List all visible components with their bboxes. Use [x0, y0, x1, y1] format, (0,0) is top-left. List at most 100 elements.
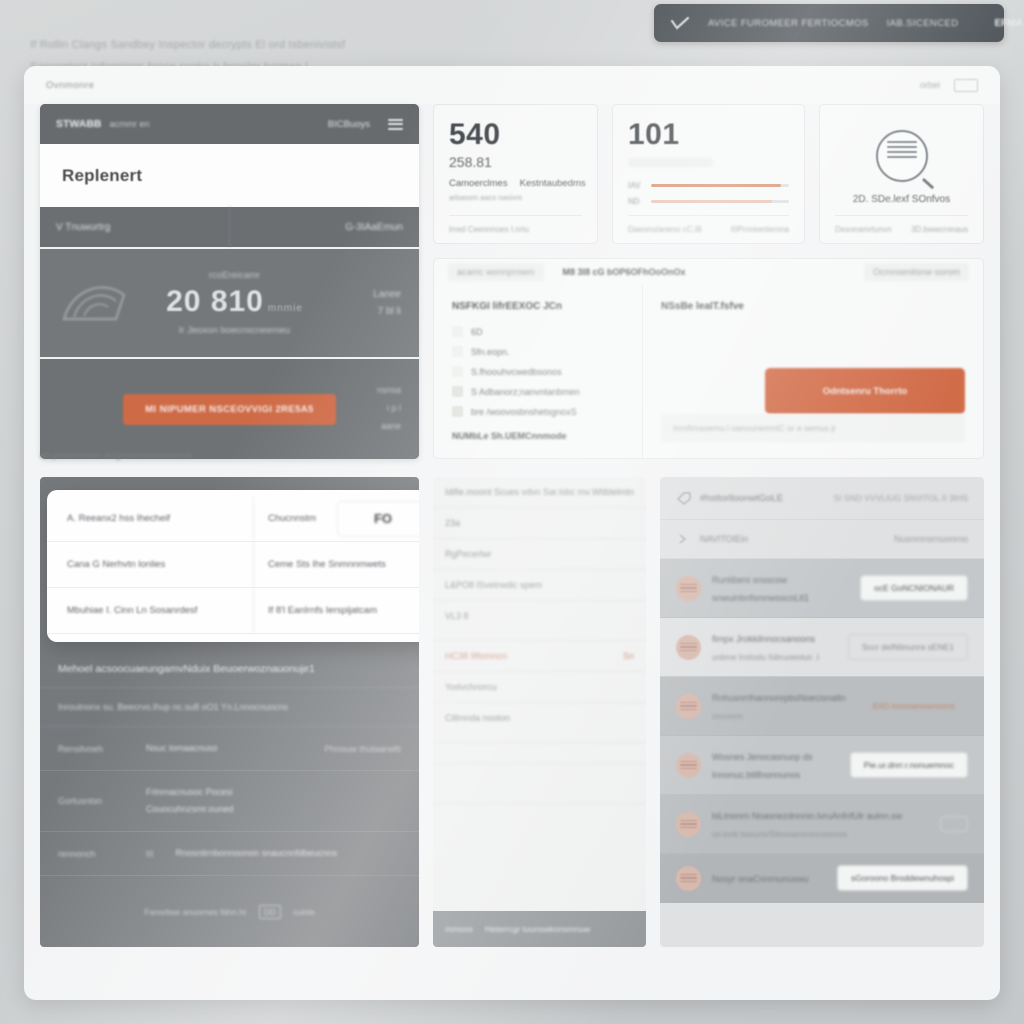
nav-item-1[interactable]: IAB.SICENCED	[887, 18, 959, 29]
stat-card-1-label-1: Kestntaubedms	[519, 178, 586, 189]
stat-card-search: 2D. SDe.lexf SOnfvos Desonamrtunvn 3D.bw…	[819, 104, 984, 244]
table-row: Gortusntsn Frlnrnacnusoc Pocesi Couocuhn…	[40, 771, 419, 832]
top-navbar: AVICE FUROMEER FERTIOCMOS IAB.SICENCED E…	[654, 4, 1023, 42]
overlay-row[interactable]: Mbuhiae I. Cinn Ln Sosanrdesf If 8'l Ean…	[47, 588, 419, 634]
checklist-item[interactable]: S.fhoouhvcwedbsonos	[452, 366, 624, 377]
list-item[interactable]	[433, 743, 646, 764]
stat-card-1-labels: Camoerclmes Kestntaubedms	[449, 178, 586, 189]
panel-tab-0[interactable]: acamc wonnprowm	[448, 263, 544, 281]
panel-right-heading: NSsBe leaIT.fsfve	[661, 301, 744, 312]
list-item[interactable]: Wosnes Jenocasnuop ds Innonuc.btilfnonnu…	[660, 736, 984, 795]
stat-card-1-footer: Irred Ceennnoes I.nrtu	[449, 215, 582, 243]
panel-cta-button[interactable]: Odntsenru Thorrto	[765, 368, 965, 414]
footer-meta-0: nsnsa	[376, 385, 401, 395]
checkbox-icon[interactable]	[452, 386, 463, 397]
panel-tab-bar: acamc wonnprowm M8 3I8 cG bOP6OFhOoOnOx …	[434, 259, 983, 285]
bottom-row: an.prconcmoos acigrnonmenencemsk Mehoel …	[40, 450, 984, 947]
panel-fineprint: Inrofimasemu.l oanvunernntC or a semus j…	[661, 414, 965, 442]
magnifier-document-icon	[875, 130, 928, 182]
progress-bar-row-0: IAV	[628, 181, 789, 190]
app-window: Ovnmonre orbei STWABB acmmr en BICBuoys	[24, 66, 1000, 1000]
checklist-item[interactable]: 6D	[452, 326, 624, 337]
table-row: rennonch III Rnosnitrnbonnoonon snaucnnf…	[40, 832, 419, 876]
stat-card-1-foot-0: Irred Ceennnoes I.nrtu	[449, 225, 530, 234]
dark-card-tabs: V Tnuwurtrg G-3IAaEmun	[40, 207, 419, 249]
list-item[interactable]: Nosyr onaCnnrnunuswu sGoroono Broddewnuh…	[660, 854, 984, 903]
checkbox-icon[interactable]	[452, 406, 463, 417]
list-item-action-button[interactable]: ocE GoNCNIONAUR	[860, 575, 968, 601]
checkbox-icon[interactable]	[452, 346, 463, 357]
list-item[interactable]: Idifie.moont Scues vdvn Sar.lsbc mv. Wti…	[433, 477, 646, 508]
list-item[interactable]: biLtnonrn Noasnezdnnnin.lvruAnfnfUlr aul…	[660, 795, 984, 854]
table-row-extra: Phnouw thutaarwtti	[324, 743, 401, 754]
top-row: STWABB acmmr en BICBuoys Replenert V Tnu…	[40, 104, 984, 459]
list-item-action-button[interactable]: Sccr deINtinunra sENE1	[847, 634, 968, 660]
dark-card-header-right[interactable]: BICBuoys	[328, 119, 370, 130]
panel-tab-2[interactable]: Ocmnsenitsnw oorom	[863, 263, 969, 281]
table-row-key: Rensitvoeh	[58, 743, 104, 754]
progress-bar-track-0	[651, 183, 789, 188]
dark-card-tab-1[interactable]: G-3IAaEmun	[230, 207, 419, 247]
list-item-action-button[interactable]	[940, 816, 968, 832]
nav-item-0[interactable]: AVICE FUROMEER FERTIOCMOS	[708, 18, 869, 29]
dark-card-cta-button[interactable]: MI NIPUMER NSCEOVVIGI 2RE5A5	[123, 393, 336, 425]
list-item[interactable]: HC38 9flomncn Sn	[433, 641, 646, 672]
checkbox-icon[interactable]	[452, 326, 463, 337]
overlay-row[interactable]: Cana G Nerhvtn lonlies Ceme Sts Ihe Snmn…	[47, 542, 419, 588]
list-item[interactable]: RgPecerlwr	[433, 539, 646, 570]
overlay-row-pill-button[interactable]: FO	[337, 500, 419, 537]
table-row-value: Nsuc lomaacnuso	[146, 743, 218, 753]
right-list-header: #hsttorlloonwtGoLE SI SND VVVLIUG SNVITO…	[660, 477, 984, 520]
stat-card-1-note: arbasom aacx nasivre	[449, 193, 523, 202]
list-item[interactable]: fimpx Jrokkilnnocsanoons unbme Inslostu …	[660, 618, 984, 677]
dark-card-tab-0[interactable]: V Tnuwurtrg	[40, 207, 230, 247]
panel-tab-1[interactable]: M8 3I8 cG bOP6OFhOoOnOx	[554, 263, 695, 281]
right-list-header-right: SI SND VVVLIUG SNVITOL.II 3IHS	[833, 493, 968, 503]
list-item[interactable]: Runtibeni snsscow snwuinbnfsmnwsscoLtl1 …	[660, 559, 984, 618]
list-item-right: Wtiblelmtn	[591, 487, 634, 497]
panel-left-heading: NSFKGI lifrEEXOC JCn	[452, 301, 563, 312]
list-item[interactable]: Yodvchnorcu	[433, 672, 646, 703]
panel-body: NSFKGI lifrEEXOC JCn 6D Sfn.eopn. S.fhoo…	[434, 285, 983, 458]
list-item-action-button[interactable]: IDID.Inonoennemoms	[859, 694, 968, 718]
list-item-action-button[interactable]: sGoroono Broddewnuhospi	[836, 865, 968, 891]
avatar	[676, 634, 701, 660]
progress-bar-label-1: ND	[628, 197, 640, 206]
brand-logo-icon[interactable]	[670, 14, 690, 32]
hamburger-menu-icon[interactable]	[388, 118, 403, 130]
hero-side-bottom: 7 bl li	[377, 306, 401, 317]
list-item[interactable]: RnhusnrrlhannonrpbsNoecisnaltn onvoonn I…	[660, 677, 984, 736]
checklist-item-label: S.fhoouhvcwedbsonos	[471, 366, 562, 377]
list-item[interactable]	[433, 764, 646, 804]
dark-table-foot-label-0: Fanorbse anuornes fdnn.hr	[144, 906, 247, 917]
list-item-subtitle: on.tonb boouns/Sttnosanoroncoonnos	[712, 830, 848, 839]
dark-card-footer: MI NIPUMER NSCEOVVIGI 2RE5A5 nsnsa i p l…	[40, 359, 419, 459]
list-item[interactable]: Cillmnda nooton	[433, 703, 646, 743]
overlay-row-secondary: Chucnnstm FO	[253, 496, 419, 541]
hero-side-top: Lanee	[373, 289, 401, 300]
list-item[interactable]: 23a	[433, 508, 646, 539]
checklist-item[interactable]: bre /woovosbnshetsgnoxS	[452, 406, 624, 417]
hero-value-suffix: mnmie	[267, 303, 303, 314]
checklist-item-label: Sfn.eopn.	[471, 346, 510, 357]
avatar	[676, 575, 701, 601]
window-top-label[interactable]: orbei	[920, 80, 940, 90]
nav-right-label[interactable]: EFMA	[994, 18, 1022, 29]
dark-card-heading: Replenert	[62, 165, 143, 185]
checklist-item[interactable]: Sfn.eopn.	[452, 346, 624, 357]
list-item-action-button[interactable]: Pie.ur.dnrr.r.nonuemnoc	[849, 752, 968, 778]
overlay-row[interactable]: A. Reeanx2 hss Ihecheif Chucnnstm FO	[47, 496, 419, 542]
primary-dark-card: STWABB acmmr en BICBuoys Replenert V Tnu…	[40, 104, 419, 459]
right-list-subheader-title: NAVITOIEin	[700, 534, 749, 544]
card-icon[interactable]	[954, 78, 978, 92]
list-item-label: Cillmnda nooton	[445, 713, 511, 723]
checkbox-icon[interactable]	[452, 366, 463, 377]
hero-caption: Ir Jeoxon boecnscneemeu	[178, 325, 291, 336]
progress-bar-track-1	[651, 199, 789, 204]
list-item-label: RgPecerlwr	[445, 549, 492, 559]
checklist-item[interactable]: S Adbanorz;nanvntanbmen	[452, 386, 624, 397]
list-item-text: Runtibeni snsscow snwuinbnfsmnwsscoLtl1	[712, 570, 849, 606]
list-item[interactable]: VL3 8	[433, 601, 646, 641]
hero-value-number: 20 810	[166, 285, 264, 318]
list-item[interactable]: L&PO8 lSvetrwdic spem	[433, 570, 646, 601]
